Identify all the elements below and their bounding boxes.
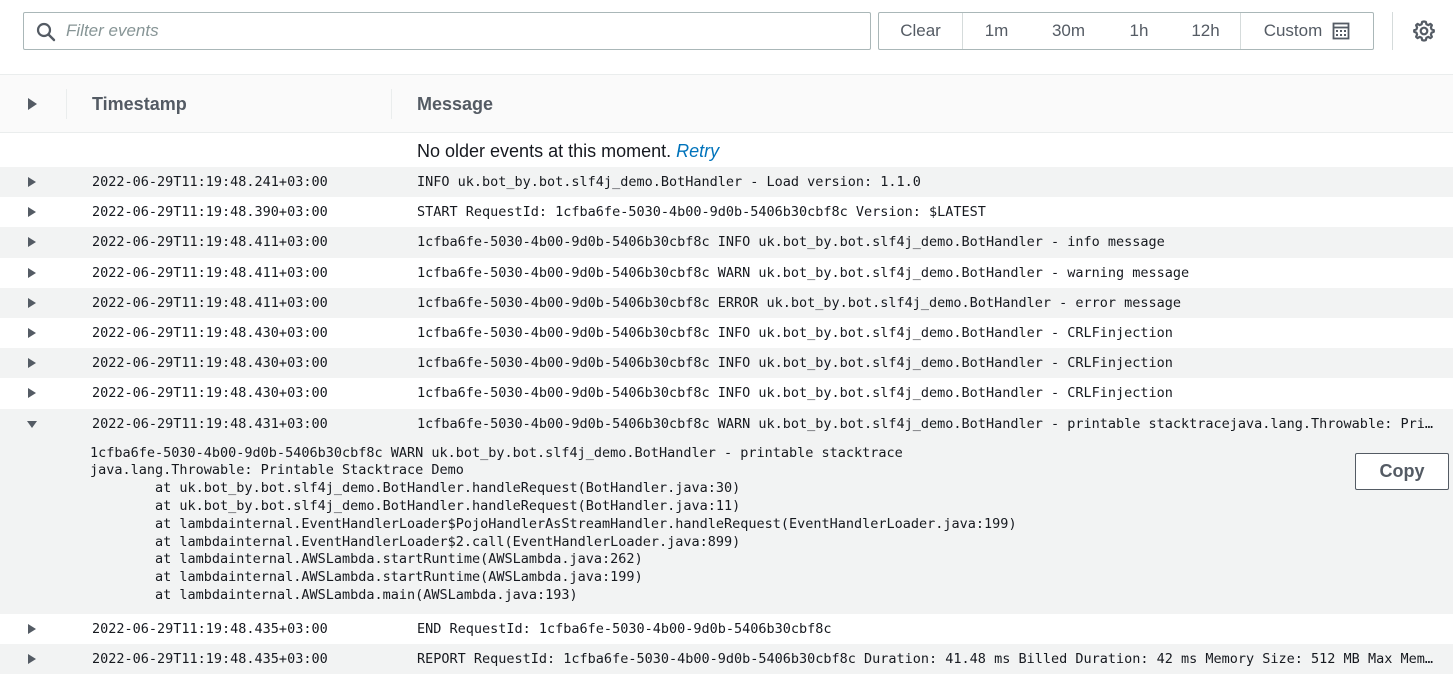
log-event-row[interactable]: 2022-06-29T11:19:48.411+03:00 1cfba6fe-50… <box>0 287 1453 318</box>
event-message: 1cfba6fe-5030-4b00-9d0b-5406b30cbf8c INF… <box>417 355 1173 372</box>
stacktrace-text: 1cfba6fe-5030-4b00-9d0b-5406b30cbf8c WAR… <box>90 444 1017 604</box>
caret-right-icon[interactable] <box>26 387 38 399</box>
timestamp-header[interactable]: Timestamp <box>92 94 187 115</box>
caret-right-icon[interactable] <box>26 297 38 309</box>
time-range-selector: Clear 1m 30m 1h 12h Custom <box>878 12 1374 50</box>
caret-right-icon[interactable] <box>26 206 38 218</box>
table-header: Timestamp Message <box>0 74 1453 133</box>
event-message: INFO uk.bot_by.bot.slf4j_demo.BotHandler… <box>417 174 921 190</box>
expanded-event-detail: 1cfba6fe-5030-4b00-9d0b-5406b30cbf8c WAR… <box>0 438 1453 614</box>
event-timestamp: 2022-06-29T11:19:48.435+03:00 <box>92 650 328 667</box>
event-message: 1cfba6fe-5030-4b00-9d0b-5406b30cbf8c ERR… <box>417 294 1182 311</box>
expand-all-icon[interactable] <box>24 96 40 112</box>
log-event-row[interactable]: 2022-06-29T11:19:48.430+03:00 1cfba6fe-50… <box>0 378 1453 409</box>
search-icon <box>36 22 56 42</box>
event-timestamp: 2022-06-29T11:19:48.430+03:00 <box>92 324 328 341</box>
clear-range-button[interactable]: Clear <box>879 13 963 49</box>
retry-link[interactable]: Retry <box>676 141 719 161</box>
caret-right-icon[interactable] <box>26 653 38 665</box>
log-event-row[interactable]: 2022-06-29T11:19:48.241+03:00 INFO uk.bot… <box>0 167 1453 198</box>
caret-right-icon[interactable] <box>26 236 38 248</box>
event-timestamp: 2022-06-29T11:19:48.431+03:00 <box>92 415 328 432</box>
log-event-row[interactable]: 2022-06-29T11:19:48.430+03:00 1cfba6fe-50… <box>0 348 1453 379</box>
event-message: 1cfba6fe-5030-4b00-9d0b-5406b30cbf8c INF… <box>417 385 1173 402</box>
caret-right-icon[interactable] <box>26 623 38 635</box>
no-older-events-notice: No older events at this moment. Retry <box>417 141 719 162</box>
caret-right-icon[interactable] <box>26 176 38 188</box>
custom-range-label: Custom <box>1263 21 1323 40</box>
event-message: 1cfba6fe-5030-4b00-9d0b-5406b30cbf8c WAR… <box>417 415 1437 432</box>
gear-icon[interactable] <box>1412 19 1436 43</box>
filter-events-box[interactable] <box>23 12 871 50</box>
event-message: REPORT RequestId: 1cfba6fe-5030-4b00-9d0… <box>417 650 1437 667</box>
range-1h-button[interactable]: 1h <box>1107 13 1171 49</box>
toolbar: Clear 1m 30m 1h 12h Custom <box>0 0 1453 74</box>
log-event-row[interactable]: 2022-06-29T11:19:48.411+03:00 1cfba6fe-50… <box>0 227 1453 258</box>
log-event-row[interactable]: 2022-06-29T11:19:48.435+03:00 REPORT Requ… <box>0 643 1453 675</box>
event-message: 1cfba6fe-5030-4b00-9d0b-5406b30cbf8c WAR… <box>417 264 1190 281</box>
caret-down-icon[interactable] <box>26 418 38 430</box>
event-message: 1cfba6fe-5030-4b00-9d0b-5406b30cbf8c INF… <box>417 234 1165 251</box>
log-rows: 2022-06-29T11:19:48.241+03:00 INFO uk.bot… <box>0 167 1453 675</box>
log-event-row[interactable]: 2022-06-29T11:19:48.411+03:00 1cfba6fe-50… <box>0 257 1453 288</box>
column-divider <box>66 89 67 119</box>
custom-range-button[interactable]: Custom <box>1241 13 1373 49</box>
event-timestamp: 2022-06-29T11:19:48.411+03:00 <box>92 234 328 251</box>
caret-right-icon[interactable] <box>26 327 38 339</box>
calendar-icon <box>1332 22 1350 40</box>
log-event-row[interactable]: 2022-06-29T11:19:48.390+03:00 START Reque… <box>0 197 1453 228</box>
copy-button[interactable]: Copy <box>1355 452 1449 490</box>
toolbar-divider <box>1392 12 1393 50</box>
notice-text: No older events at this moment. <box>417 141 677 161</box>
log-event-row[interactable]: 2022-06-29T11:19:48.435+03:00 END Request… <box>0 613 1453 644</box>
log-events-table: Timestamp Message No older events at thi… <box>0 74 1453 675</box>
event-timestamp: 2022-06-29T11:19:48.430+03:00 <box>92 355 328 372</box>
range-1m-button[interactable]: 1m <box>963 13 1030 49</box>
log-event-row[interactable]: 2022-06-29T11:19:48.431+03:00 1cfba6fe-50… <box>0 408 1453 439</box>
log-event-row[interactable]: 2022-06-29T11:19:48.430+03:00 1cfba6fe-50… <box>0 317 1453 349</box>
event-timestamp: 2022-06-29T11:19:48.435+03:00 <box>92 620 328 637</box>
filter-events-input[interactable] <box>66 13 856 49</box>
column-divider <box>391 89 392 119</box>
event-timestamp: 2022-06-29T11:19:48.390+03:00 <box>92 204 328 221</box>
caret-right-icon[interactable] <box>26 357 38 369</box>
event-timestamp: 2022-06-29T11:19:48.411+03:00 <box>92 294 328 311</box>
caret-right-icon[interactable] <box>26 267 38 279</box>
event-message: 1cfba6fe-5030-4b00-9d0b-5406b30cbf8c INF… <box>417 324 1173 341</box>
range-30m-button[interactable]: 30m <box>1030 13 1107 49</box>
event-timestamp: 2022-06-29T11:19:48.411+03:00 <box>92 264 328 281</box>
event-message: START RequestId: 1cfba6fe-5030-4b00-9d0b… <box>417 204 986 221</box>
no-older-events-row: No older events at this moment. Retry <box>0 133 1453 167</box>
message-header[interactable]: Message <box>417 94 493 115</box>
range-12h-button[interactable]: 12h <box>1171 13 1241 49</box>
event-timestamp: 2022-06-29T11:19:48.430+03:00 <box>92 385 328 402</box>
event-timestamp: 2022-06-29T11:19:48.241+03:00 <box>92 174 328 190</box>
event-message: END RequestId: 1cfba6fe-5030-4b00-9d0b-5… <box>417 620 832 637</box>
